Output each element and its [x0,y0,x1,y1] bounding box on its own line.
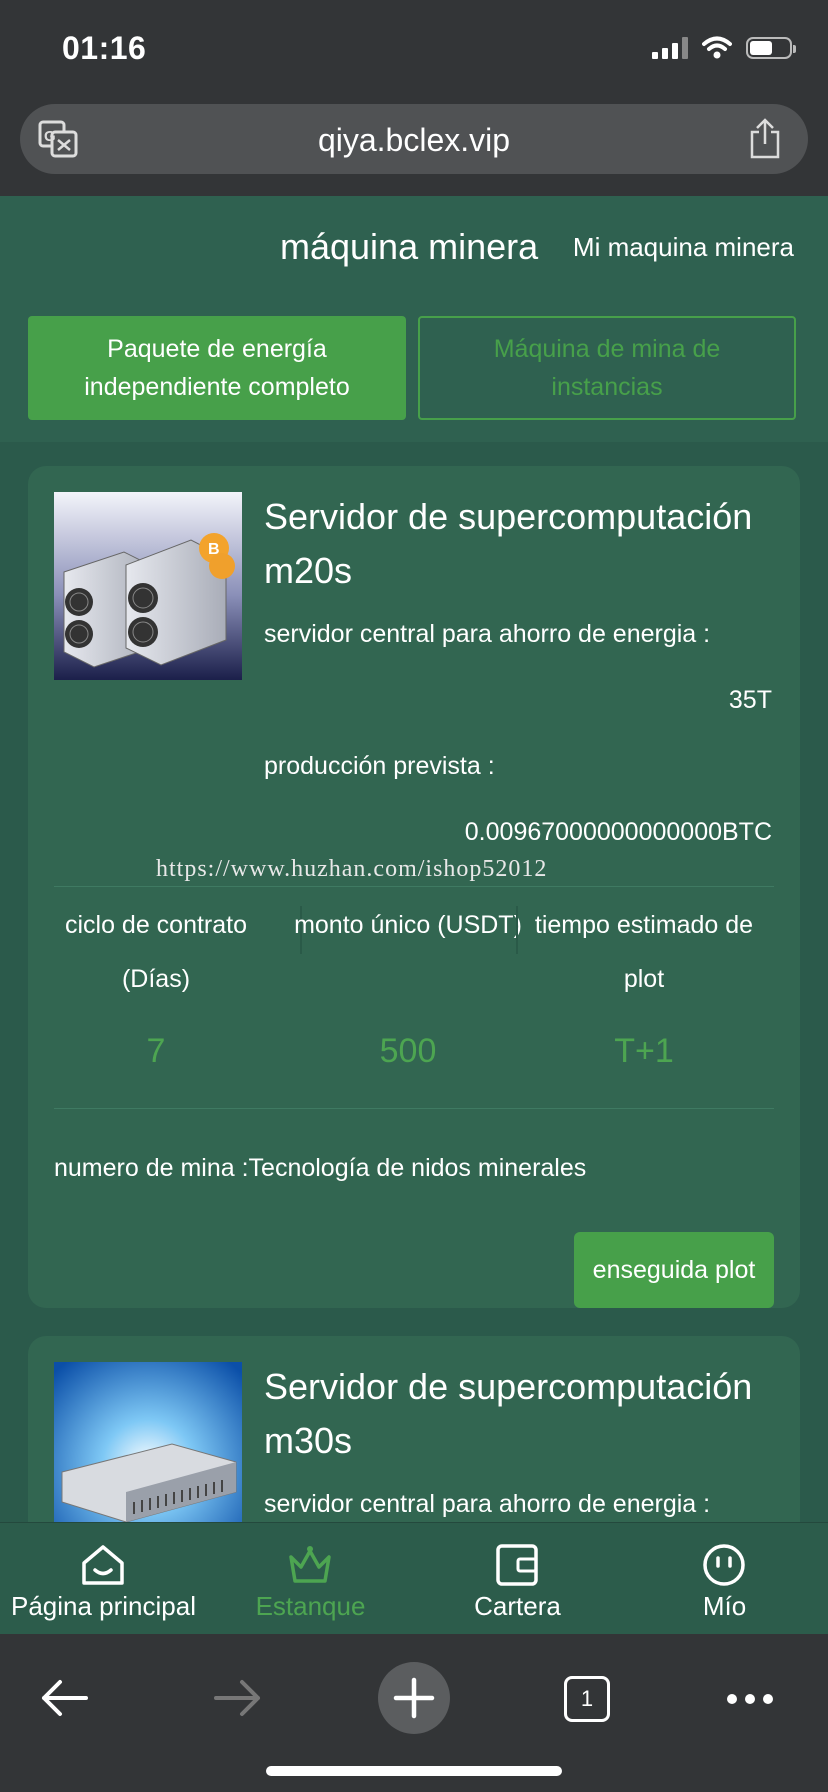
back-arrow-icon[interactable] [38,1678,90,1718]
watermark-text: https://www.huzhan.com/ishop52012 [156,856,548,882]
power-saving-label: servidor central para ahorro de energia … [264,1490,711,1518]
expected-output-value: 0.00967000000000000BTC [464,818,772,846]
miner-m20s-image: B [54,492,242,680]
battery-icon [746,37,796,59]
expected-output-label: producción prevista : [264,752,495,780]
status-icons [652,36,796,60]
single-amount-label: monto único (USDT) [294,911,522,939]
forward-arrow-icon[interactable] [212,1678,264,1718]
my-miners-link[interactable]: Mi maquina minera [573,232,794,263]
divider [54,1108,774,1109]
home-indicator [266,1766,562,1776]
power-saving-value: 35T [728,686,772,714]
nav-mine[interactable]: Mío [621,1523,828,1635]
crown-icon [289,1546,331,1583]
nav-label: Página principal [10,1591,196,1621]
tab-instance-mining-machine[interactable]: Máquina de mina de instancias [418,316,796,420]
app-header: máquina minera Mi maquina minera Paquete… [0,196,828,442]
tab-independent-energy-package[interactable]: Paquete de energía independiente complet… [28,316,406,420]
cellular-signal-icon [652,37,688,59]
buy-now-button[interactable]: enseguida plot [574,1232,774,1308]
nav-label: Mío [702,1591,747,1621]
wifi-icon [702,36,732,59]
smiley-icon [703,1544,745,1586]
product-card: Servidor de supercomputación m30s servid… [28,1336,800,1522]
product-card: B Servidor de supercomputación m20s serv… [28,466,800,1308]
mine-number: numero de mina :Tecnología de nidos mine… [54,1154,587,1182]
power-saving-label: servidor central para ahorro de energia … [264,620,711,648]
column-separator [516,906,518,954]
nav-label: Estanque [255,1591,366,1621]
nav-pool[interactable]: Estanque [207,1523,414,1635]
new-tab-icon[interactable] [378,1662,450,1734]
address-bar[interactable]: G qiya.bclex.vip [20,104,808,174]
product-list: B Servidor de supercomputación m20s serv… [0,442,828,1522]
estimated-time-value: T+1 [614,1032,674,1070]
browser-address-area: G qiya.bclex.vip [0,96,828,197]
status-bar: 01:16 [0,0,828,96]
single-amount-value: 500 [379,1032,437,1070]
nav-wallet[interactable]: Cartera [414,1523,621,1635]
estimated-time-label: tiempo estimado de plot [534,911,754,993]
browser-toolbar: 1 [0,1634,828,1792]
contract-cycle-value: 7 [146,1032,166,1070]
page-title: máquina minera [280,226,539,267]
url-text[interactable]: qiya.bclex.vip [20,122,808,159]
home-icon [82,1545,124,1585]
contract-cycle-label: ciclo de contrato (Días) [64,911,248,993]
miner-m30s-image [54,1362,242,1522]
share-icon[interactable] [748,118,782,160]
wallet-icon [496,1544,538,1586]
divider [54,886,774,887]
nav-home[interactable]: Página principal [0,1523,207,1635]
svg-text:B: B [208,541,220,558]
status-time: 01:16 [62,30,147,66]
product-name: Servidor de supercomputación m30s [264,1366,753,1461]
tab-count: 1 [580,1686,594,1711]
more-options-icon[interactable] [726,1692,774,1706]
bottom-nav: Página principal Estanque Cartera Mío [0,1522,828,1635]
product-name: Servidor de supercomputación m20s [264,496,753,591]
nav-label: Cartera [474,1591,561,1621]
tabs-button[interactable]: 1 [564,1676,610,1722]
